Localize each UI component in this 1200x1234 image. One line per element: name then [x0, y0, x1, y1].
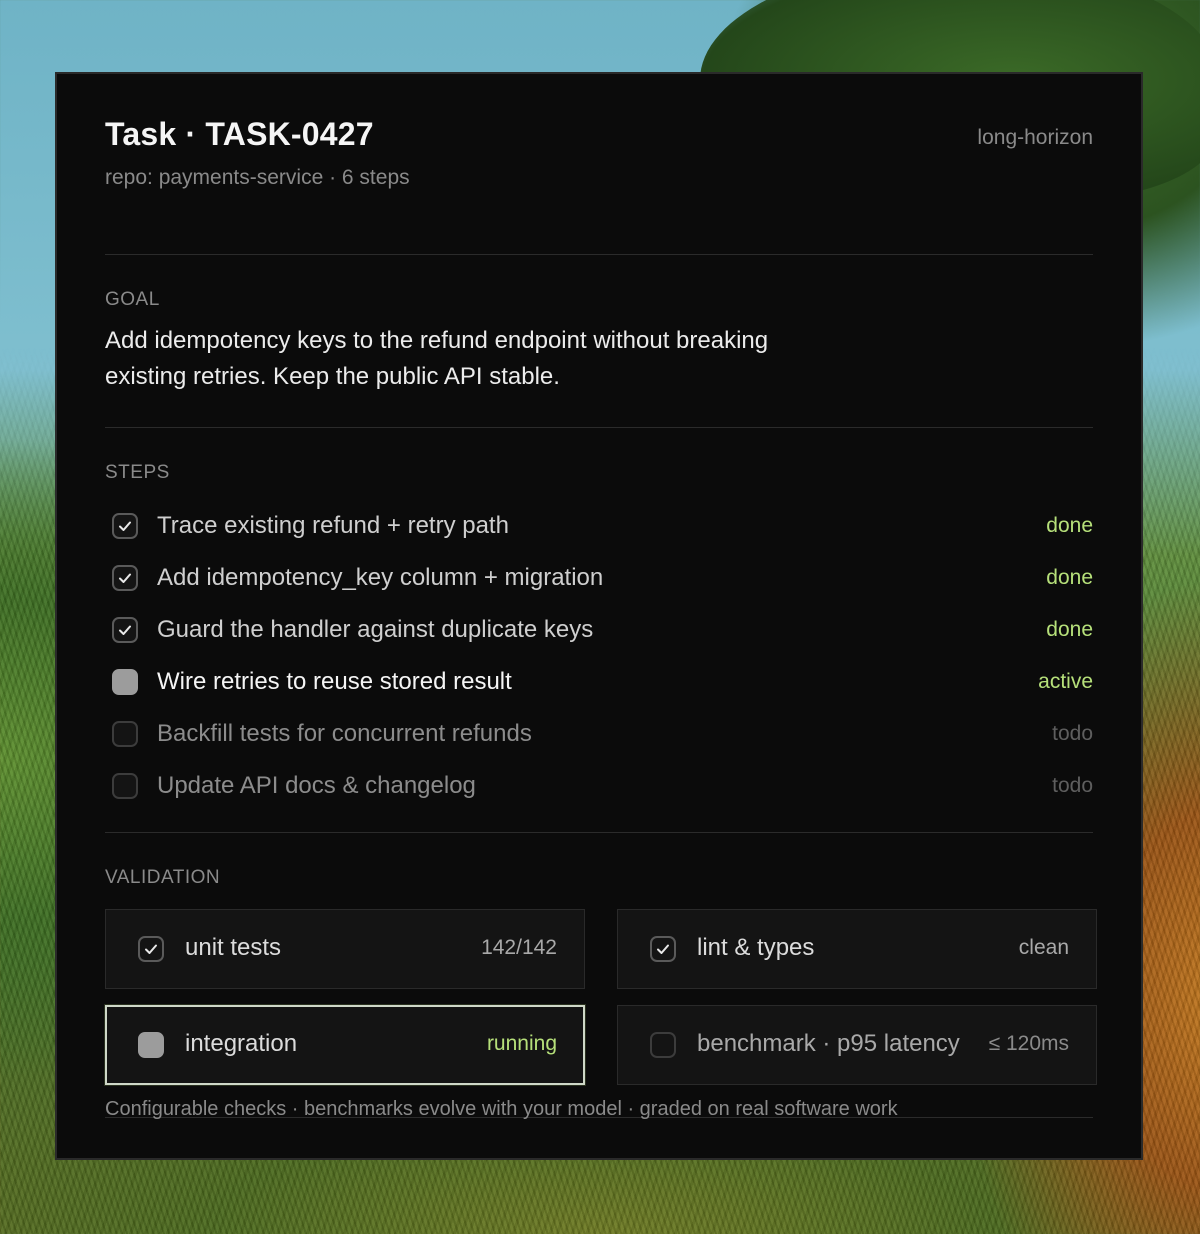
- step-row[interactable]: Update API docs & changelog todo: [105, 760, 1093, 812]
- footer-text: Configurable checks · benchmarks evolve …: [105, 1098, 898, 1120]
- goal-label: GOAL: [105, 289, 160, 310]
- task-tag: long-horizon: [977, 126, 1093, 149]
- check-card-benchmark[interactable]: benchmark · p95 latency ≤ 120ms: [617, 1005, 1097, 1085]
- step-status: todo: [1052, 722, 1093, 745]
- task-title: Task · TASK-0427: [105, 116, 374, 152]
- check-card-integration[interactable]: integration running: [105, 1005, 585, 1085]
- task-header: Task · TASK-0427 repo: payments-service …: [105, 114, 1093, 255]
- validation-label: VALIDATION: [105, 867, 221, 888]
- checkbox-checked[interactable]: [138, 936, 164, 962]
- check-card-lint-types[interactable]: lint & types clean: [617, 909, 1097, 989]
- checkbox-in-progress[interactable]: [138, 1032, 164, 1058]
- step-label: Wire retries to reuse stored result: [157, 668, 512, 695]
- task-subtitle: repo: payments-service · 6 steps: [105, 166, 410, 189]
- goal-text: Add idempotency keys to the refund endpo…: [105, 327, 769, 390]
- step-status: active: [1038, 670, 1093, 693]
- goal-section: GOAL Add idempotency keys to the refund …: [105, 255, 1093, 428]
- check-value: ≤ 120ms: [988, 1032, 1069, 1055]
- checkbox-checked[interactable]: [112, 513, 138, 539]
- step-label: Add idempotency_key column + migration: [157, 564, 604, 591]
- step-label: Backfill tests for concurrent refunds: [157, 720, 532, 747]
- steps-label: STEPS: [105, 462, 170, 483]
- check-label: lint & types: [697, 934, 815, 961]
- step-status: done: [1046, 618, 1093, 641]
- step-row[interactable]: Add idempotency_key column + migration d…: [105, 552, 1093, 604]
- check-label: integration: [185, 1030, 298, 1057]
- check-label: benchmark · p95 latency: [697, 1030, 960, 1057]
- checkbox-unchecked[interactable]: [650, 1032, 676, 1058]
- checkbox-checked[interactable]: [650, 936, 676, 962]
- check-value: clean: [1018, 936, 1069, 959]
- step-label: Trace existing refund + retry path: [157, 512, 509, 539]
- step-status: todo: [1052, 774, 1093, 797]
- checkbox-unchecked[interactable]: [112, 721, 138, 747]
- checkbox-checked[interactable]: [112, 565, 138, 591]
- step-status: done: [1046, 514, 1093, 537]
- checkbox-unchecked[interactable]: [112, 773, 138, 799]
- steps-section: STEPS Trace existing refund + retry path…: [105, 428, 1093, 833]
- step-status: done: [1046, 566, 1093, 589]
- check-icon: [657, 944, 669, 954]
- check-value: running: [486, 1032, 557, 1055]
- step-row[interactable]: Guard the handler against duplicate keys…: [105, 604, 1093, 656]
- check-icon: [119, 573, 131, 583]
- check-icon: [145, 944, 157, 954]
- step-row[interactable]: Trace existing refund + retry path done: [105, 500, 1093, 552]
- check-value: 142/142: [481, 936, 557, 959]
- checkbox-checked[interactable]: [112, 617, 138, 643]
- step-label: Guard the handler against duplicate keys: [157, 616, 594, 643]
- check-card-unit-tests[interactable]: unit tests 142/142: [105, 909, 585, 989]
- step-row-active[interactable]: Wire retries to reuse stored result acti…: [105, 656, 1093, 708]
- task-panel: Task · TASK-0427 repo: payments-service …: [55, 72, 1143, 1160]
- validation-section: VALIDATION unit tests 142/142 lint & typ…: [105, 833, 1097, 1118]
- step-label: Update API docs & changelog: [157, 772, 476, 799]
- step-row[interactable]: Backfill tests for concurrent refunds to…: [105, 708, 1093, 760]
- check-icon: [119, 625, 131, 635]
- checkbox-in-progress[interactable]: [112, 669, 138, 695]
- check-icon: [119, 521, 131, 531]
- check-label: unit tests: [185, 934, 282, 961]
